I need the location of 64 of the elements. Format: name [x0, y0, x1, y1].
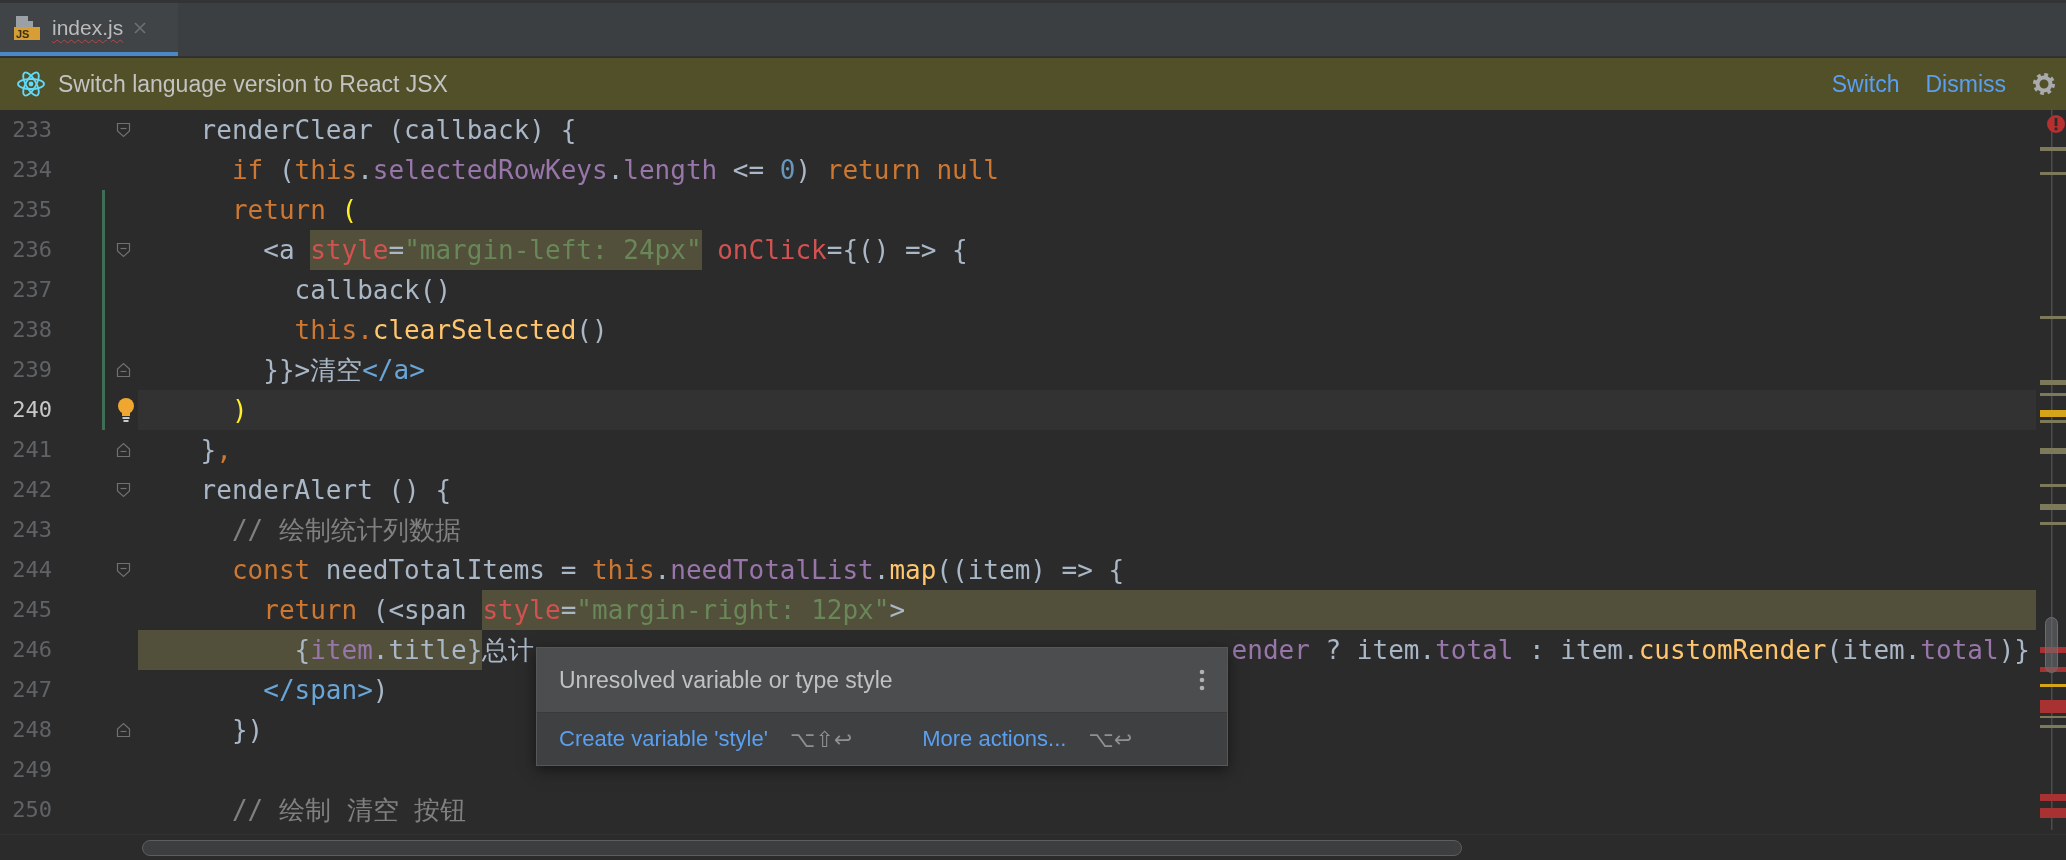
- line-number: 246: [11, 636, 52, 664]
- line-number: 234: [11, 156, 52, 184]
- banner-link[interactable]: Dismiss: [1925, 70, 2006, 98]
- line-number: 236: [11, 236, 52, 264]
- fold-icon[interactable]: [116, 362, 131, 378]
- change-marker[interactable]: [102, 310, 105, 350]
- scrollbar-thumb[interactable]: [142, 839, 1462, 856]
- line-number: 245: [11, 596, 52, 624]
- keyboard-shortcut: ⌥⇧↩: [789, 726, 853, 752]
- close-icon[interactable]: [133, 20, 148, 35]
- code-line: }}>清空</a>: [262, 354, 425, 387]
- banner-link[interactable]: Switch: [1831, 70, 1900, 98]
- line-number: 242: [11, 476, 52, 504]
- lightbulb-icon[interactable]: [116, 397, 136, 423]
- popup-action-link[interactable]: More actions...: [922, 726, 1067, 752]
- keyboard-shortcut: ⌥↩: [1088, 726, 1133, 752]
- fold-icon[interactable]: [116, 122, 131, 138]
- line-number: 237: [11, 276, 52, 304]
- code-line: renderClear (callback) {: [199, 114, 577, 147]
- code-line: </span>): [262, 674, 389, 707]
- line-number: 241: [11, 436, 52, 464]
- code-line: },: [199, 434, 232, 467]
- code-line: if (this.selectedRowKeys.length <= 0) return null: [230, 154, 999, 187]
- line-number: 235: [11, 196, 52, 224]
- change-marker[interactable]: [102, 230, 105, 270]
- error-message: Unresolved variable or type style: [559, 666, 893, 694]
- code-line: ender ? item.total : item.customRender(item.total)}: [1231, 634, 2031, 667]
- line-number: 244: [11, 556, 52, 584]
- code-line: return (: [230, 194, 358, 227]
- fold-icon[interactable]: [116, 442, 131, 458]
- fold-icon[interactable]: [116, 562, 131, 578]
- popup-action-link[interactable]: Create variable 'style': [559, 726, 768, 752]
- fold-icon[interactable]: [116, 242, 131, 258]
- code-line: // 绘制 清空 按钮: [230, 794, 467, 827]
- fold-icon[interactable]: [116, 482, 131, 498]
- line-number: 233: [11, 116, 52, 144]
- file-tab[interactable]: JS index.js: [0, 3, 178, 56]
- line-number: 238: [11, 316, 52, 344]
- code-line: callback(): [293, 274, 452, 307]
- line-number: 250: [11, 796, 52, 824]
- error-icon[interactable]: [2046, 114, 2066, 134]
- code-line: renderAlert () {: [199, 474, 452, 507]
- scrollbar-thumb[interactable]: [2045, 617, 2058, 673]
- atom-icon: [16, 70, 46, 98]
- line-number: 247: [11, 676, 52, 704]
- fold-icon[interactable]: [116, 722, 131, 738]
- line-number: 243: [11, 516, 52, 544]
- code-line: ): [230, 394, 248, 427]
- change-marker[interactable]: [102, 270, 105, 310]
- line-number: 240: [11, 396, 52, 424]
- line-number: 239: [11, 356, 52, 384]
- code-line: {item.title}总计: [138, 630, 535, 670]
- code-line: const needTotalItems = this.needTotalList.map((item) => {: [230, 554, 1125, 587]
- more-icon[interactable]: [1199, 669, 1205, 691]
- line-number: 249: [11, 756, 52, 784]
- settings-icon[interactable]: [2032, 72, 2056, 96]
- change-marker[interactable]: [102, 190, 105, 230]
- line-number: 248: [11, 716, 52, 744]
- code-line: // 绘制统计列数据: [230, 514, 461, 547]
- change-marker[interactable]: [102, 390, 105, 430]
- banner-message: Switch language version to React JSX: [58, 70, 448, 98]
- change-marker[interactable]: [102, 350, 105, 390]
- code-line: this.clearSelected(): [293, 314, 608, 347]
- code-line: }): [230, 714, 264, 747]
